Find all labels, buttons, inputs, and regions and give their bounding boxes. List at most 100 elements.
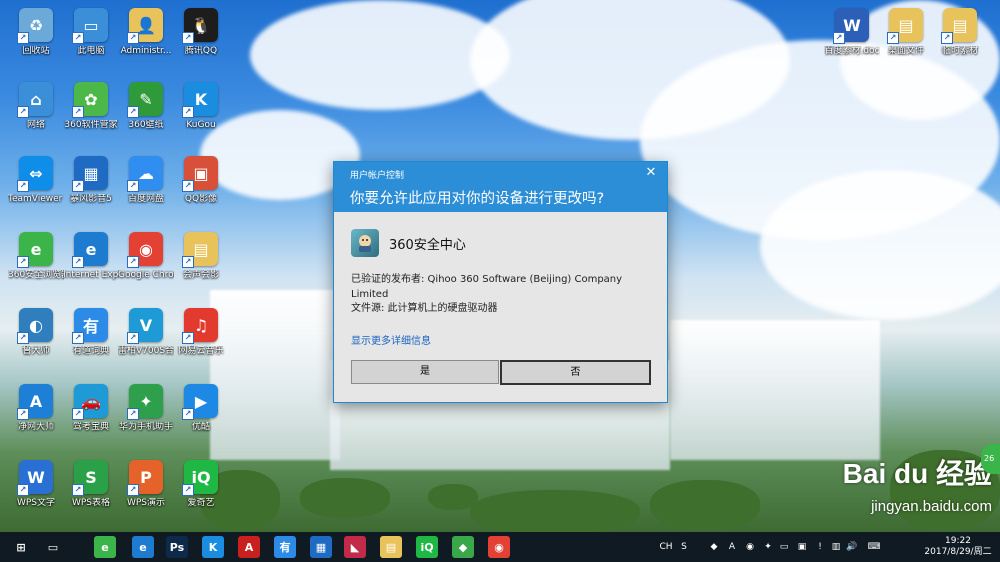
uac-caption: 用户帐户控制 [350,171,405,181]
iqiyi-icon[interactable]: iQ [416,536,438,558]
yes-button[interactable]: 是 [351,360,499,384]
wps-presentation-icon: P ↗ [127,460,163,496]
windows-start-icon[interactable]: ⊞ [10,536,32,558]
360-browser-icon[interactable]: e [94,536,116,558]
file-explorer-icon[interactable]: ▤ [380,536,402,558]
desktop-icon[interactable]: ⌂ ↗ 网络 [8,82,64,131]
uac-origin: 文件源: 此计算机上的硬盘驱动器 [351,303,498,314]
show-more-details-link[interactable]: 显示更多详细信息 [351,332,431,347]
uac-question: 你要允许此应用对你的设备进行更改吗? [350,191,605,207]
rapoo-icon: V ↗ [127,308,163,344]
desktop-icon[interactable]: ✦ ↗ 华为手机助手 [118,384,174,433]
desktop-icon-label: 会声会影 [182,270,219,280]
ludashi-icon [351,229,379,257]
lightning-icon[interactable]: ✦ [762,541,774,553]
shortcut-arrow-icon: ↗ [182,408,194,420]
monitor-icon[interactable]: ▣ [796,541,808,553]
desktop-icon[interactable]: P ↗ WPS演示 [118,460,174,509]
desktop-icon[interactable]: ♫ ↗ 网易云音乐 [173,308,229,357]
shortcut-arrow-icon: ↗ [72,484,84,496]
desktop-icon-label: 网络 [26,120,45,130]
shortcut-arrow-icon: ↗ [182,106,194,118]
ime-icon[interactable]: CH [659,541,672,553]
side-badge[interactable]: 26 [981,444,1000,474]
photoshop-icon[interactable]: Ps [166,536,188,558]
desktop-icon[interactable]: ▭ ↗ 此电脑 [63,8,119,57]
desktop-icon[interactable]: ◉↗ Google Chrome [118,232,174,281]
desktop-icon[interactable]: ▤ ↗ 桌面文件 [878,8,934,57]
desktop-icon[interactable]: 🐧 ↗ 腾讯QQ [173,8,229,57]
shield-icon[interactable]: A [726,541,738,553]
desktop-icon[interactable]: ✎ ↗ 360壁纸 [118,82,174,131]
desktop-icon-label: 华为手机助手 [118,422,173,432]
shortcut-arrow-icon: ↗ [17,332,29,344]
desktop-icon[interactable]: K ↗ KuGou [173,82,229,131]
desktop-icon[interactable]: V↗ 雷柏V700S合金版键... [118,308,174,357]
desktop-icon-label: 百度网盘 [127,194,164,204]
desktop-icon[interactable]: ☁ ↗ 百度网盘 [118,156,174,205]
security-icon[interactable]: ◆ [708,541,720,553]
kugou-icon[interactable]: K [202,536,224,558]
recycle-bin-icon: ♻ ↗ [17,8,53,44]
desktop-icon-label: 360软件管家 [64,120,118,130]
volume-icon[interactable]: 🔊 [846,541,858,553]
shortcut-arrow-icon: ↗ [182,256,194,268]
desktop-icon[interactable]: 🚗 ↗ 驾考宝典 [63,384,119,433]
car-icon: 🚗 ↗ [72,384,108,420]
desktop-icon[interactable]: ▤ ↗ 临时素材 [932,8,988,57]
desktop-icon[interactable]: e ↗ 360安全浏览器 [8,232,64,281]
desktop-icon[interactable]: W ↗ 百度素材.doc [824,8,880,57]
desktop-icon-label: 驾考宝典 [72,422,109,432]
desktop-icon[interactable]: ▦ ↗ 暴风影音5 [63,156,119,205]
desktop-icon[interactable]: ⇔↗ TeamViewer 12 [8,156,64,205]
no-button[interactable]: 否 [500,360,651,385]
kugou-icon: K ↗ [182,82,218,118]
desktop-icon[interactable]: e↗ Internet Explorer [63,232,119,281]
desktop-icon-label: 暴风影音5 [70,194,112,204]
usb-icon[interactable]: ▭ [778,541,790,553]
baofeng-icon[interactable]: ▦ [310,536,332,558]
acrobat-icon[interactable]: A [238,536,260,558]
folder-icon: ▤ ↗ [941,8,977,44]
shortcut-arrow-icon: ↗ [127,256,139,268]
shortcut-arrow-icon: ↗ [182,32,194,44]
desktop-icon[interactable]: ◐ ↗ 鲁大师 [8,308,64,357]
sogou-icon[interactable]: S [678,541,690,553]
software-manager-icon: ✿ ↗ [72,82,108,118]
desktop-icon-label: Google Chrome [118,270,174,280]
desktop-icon[interactable]: ♻ ↗ 回收站 [8,8,64,57]
desktop-icon[interactable]: 👤 ↗ Administr... [118,8,174,57]
close-icon[interactable]: ✕ [643,165,659,180]
shortcut-arrow-icon: ↗ [182,180,194,192]
desktop-icon[interactable]: S ↗ WPS表格 [63,460,119,509]
clock[interactable]: 19:22 2017/8/29/周二 [922,536,994,558]
wallpaper-icon: ✎ ↗ [127,82,163,118]
desktop-icon[interactable]: ✿ ↗ 360软件管家 [63,82,119,131]
keyboard-icon[interactable]: ⌨ [868,541,881,553]
network-tray-icon[interactable]: ▥ [830,541,842,553]
qq-icon: 🐧 ↗ [182,8,218,44]
chrome-icon[interactable]: ◉ [488,536,510,558]
task-view-icon[interactable]: ▭ [42,536,64,558]
desktop-icon[interactable]: ▤ ↗ 会声会影 [173,232,229,281]
alert-icon[interactable]: ! [814,541,826,553]
iqiyi-icon: iQ ↗ [182,460,218,496]
app-icon[interactable]: ◣ [344,536,366,558]
uac-app-row: 360安全中心 [351,229,466,257]
desktop-icon[interactable]: ▶ ↗ 优酷 [173,384,229,433]
baidu-icon[interactable]: ◉ [744,541,756,553]
desktop-icon[interactable]: iQ ↗ 爱奇艺 [173,460,229,509]
desktop-icon[interactable]: A ↗ 净网大师 [8,384,64,433]
wallpaper-rock [470,490,640,532]
desktop-icon[interactable]: 有 ↗ 有道词典 [63,308,119,357]
ie-icon[interactable]: e [132,536,154,558]
youdao-icon[interactable]: 有 [274,536,296,558]
desktop-icon[interactable]: ▣ ↗ QQ影像 [173,156,229,205]
wallpaper-waterfall [670,320,880,460]
360-icon[interactable]: ◆ [452,536,474,558]
desktop-icon-label: TeamViewer 12 [8,194,64,204]
user-folder-icon: 👤 ↗ [127,8,163,44]
youdao-icon: 有 ↗ [72,308,108,344]
desktop-icon[interactable]: W ↗ WPS文字 [8,460,64,509]
shortcut-arrow-icon: ↗ [127,106,139,118]
